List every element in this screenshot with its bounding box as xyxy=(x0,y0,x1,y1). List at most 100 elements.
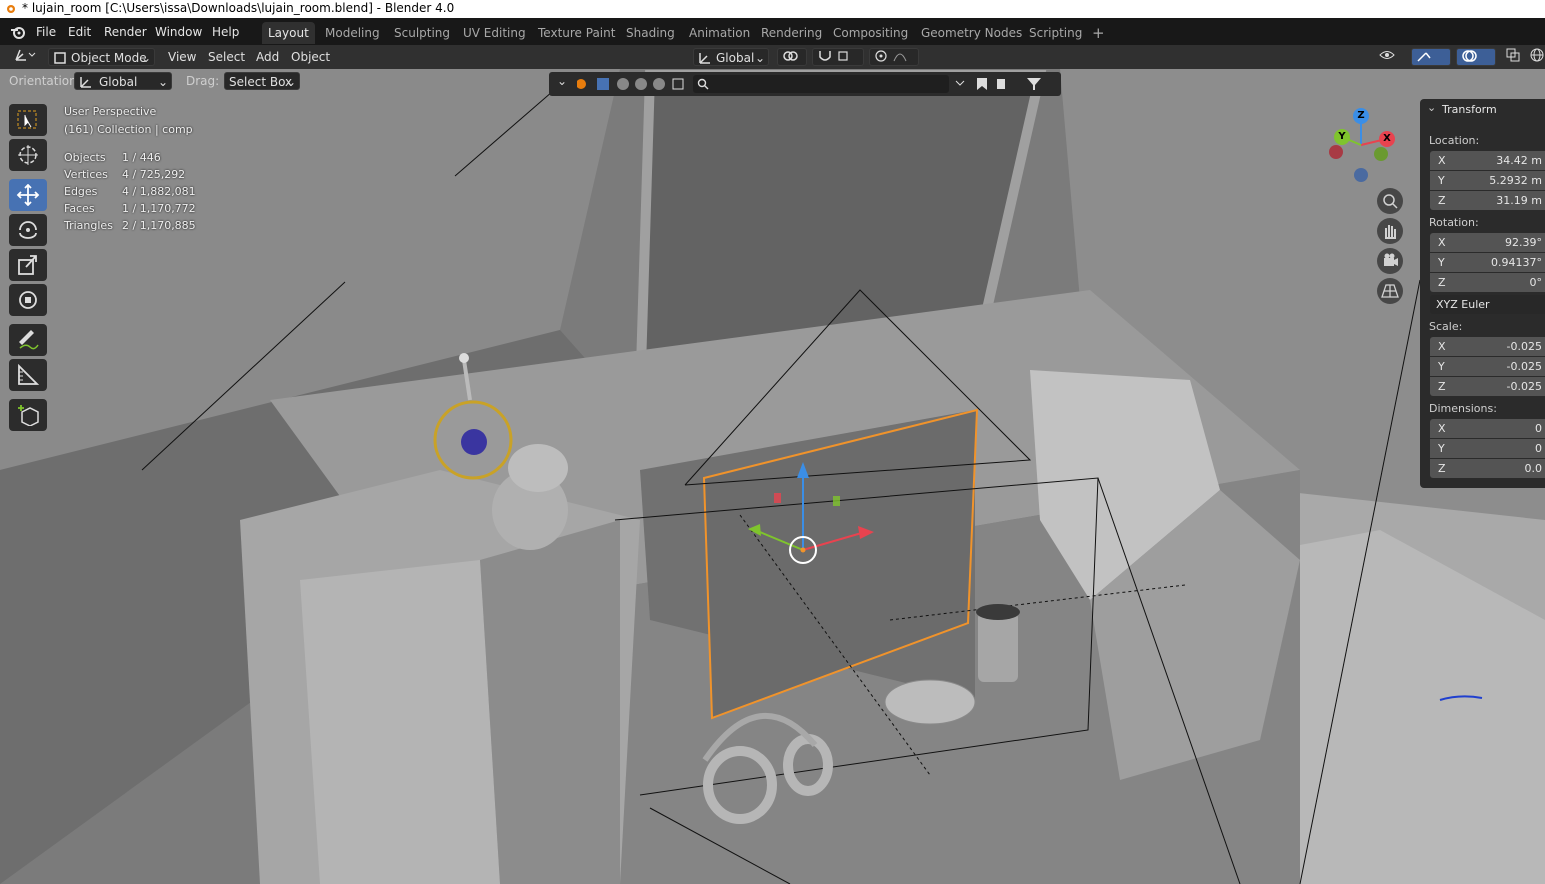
tab-sculpting[interactable]: Sculpting xyxy=(388,22,456,44)
viewport-header: Object Mode ⌄ View Select Add Object Glo… xyxy=(0,45,1545,69)
chevron-down-icon: ⌄ xyxy=(157,75,168,89)
location-y-field[interactable]: Y 5.2932 m xyxy=(1430,171,1545,190)
orientation-axes-icon xyxy=(699,53,710,64)
tab-shading[interactable]: Shading xyxy=(620,22,681,44)
editor-type-icon xyxy=(15,49,36,61)
navigation-gizmo[interactable]: Z X Y xyxy=(1320,105,1400,185)
perspective-toggle-button[interactable] xyxy=(1377,278,1403,304)
menu-help[interactable]: Help xyxy=(210,23,241,41)
snap-button[interactable] xyxy=(812,48,864,66)
scale-z-field[interactable]: Z -0.025 xyxy=(1430,377,1545,396)
axis-label: Z xyxy=(1438,462,1446,475)
dimensions-x-field[interactable]: X0 xyxy=(1430,419,1545,438)
mode-dropdown[interactable]: Object Mode ⌄ xyxy=(48,48,155,66)
editor-type-button[interactable] xyxy=(10,48,40,66)
drag-setting-value: Select Box xyxy=(229,75,293,89)
viewport-filter-bar: ⌄ xyxy=(549,72,1061,96)
orientation-setting-label: Orientation: xyxy=(9,74,81,88)
transform-panel-header[interactable]: ⌄ Transform xyxy=(1420,99,1545,121)
display-mode-icons[interactable] xyxy=(577,76,697,92)
menu-add[interactable]: Add xyxy=(252,48,283,66)
wireframe-shading-button[interactable] xyxy=(1526,48,1544,66)
camera-view-button[interactable] xyxy=(1377,248,1403,274)
field-value: 0.94137° xyxy=(1491,256,1542,269)
proportional-edit-icon xyxy=(875,50,907,62)
stat-label: Vertices xyxy=(64,168,108,181)
move-tool[interactable] xyxy=(9,179,47,211)
tab-animation[interactable]: Animation xyxy=(683,22,756,44)
axis-label: Z xyxy=(1438,194,1446,207)
tab-uv-editing[interactable]: UV Editing xyxy=(457,22,532,44)
tab-geometry-nodes[interactable]: Geometry Nodes xyxy=(915,22,1028,44)
menu-file[interactable]: File xyxy=(34,23,58,41)
gizmo-toggle-button[interactable] xyxy=(1411,48,1451,66)
scale-y-field[interactable]: Y -0.025 xyxy=(1430,357,1545,376)
scale-icon xyxy=(18,255,37,275)
add-cube-tool[interactable] xyxy=(9,399,47,431)
proportional-editing-button[interactable] xyxy=(869,48,919,66)
location-z-field[interactable]: Z 31.19 m xyxy=(1430,191,1545,210)
add-workspace-button[interactable]: + xyxy=(1086,22,1111,44)
tab-texture-paint[interactable]: Texture Paint xyxy=(532,22,621,44)
tab-modeling[interactable]: Modeling xyxy=(319,22,386,44)
rotation-x-field[interactable]: X 92.39° xyxy=(1430,233,1545,252)
zoom-button[interactable] xyxy=(1377,188,1403,214)
axis-label: Y xyxy=(1438,256,1445,269)
gizmo-x-axis[interactable]: X xyxy=(1379,131,1395,147)
gizmo-z-axis[interactable]: Z xyxy=(1353,108,1369,124)
axis-label: Y xyxy=(1438,174,1445,187)
overlays-toggle-button[interactable] xyxy=(1456,48,1496,66)
visibility-selectability-button[interactable] xyxy=(1375,48,1407,66)
field-value: 0° xyxy=(1529,276,1543,289)
axis-label: Y xyxy=(1438,360,1445,373)
rotate-icon xyxy=(19,221,37,239)
drag-setting-dropdown[interactable]: Select Box ⌄ xyxy=(224,72,300,90)
menu-view[interactable]: View xyxy=(164,48,200,66)
scale-tool[interactable] xyxy=(9,249,47,281)
tab-scripting[interactable]: Scripting xyxy=(1023,22,1088,44)
gizmo-y-axis[interactable]: Y xyxy=(1334,129,1350,145)
dimensions-z-field[interactable]: Z 0.0 xyxy=(1430,459,1545,478)
drag-setting-label: Drag: xyxy=(186,74,220,88)
menu-render[interactable]: Render xyxy=(102,23,149,41)
chevron-down-icon: ⌄ xyxy=(285,75,296,89)
measure-tool[interactable] xyxy=(9,359,47,391)
menu-window[interactable]: Window xyxy=(153,23,204,41)
tab-rendering[interactable]: Rendering xyxy=(755,22,828,44)
transform-tool[interactable] xyxy=(9,284,47,316)
menu-edit[interactable]: Edit xyxy=(66,23,93,41)
3d-viewport[interactable] xyxy=(0,69,1545,884)
pivot-point-button[interactable] xyxy=(777,48,807,66)
tab-layout[interactable]: Layout xyxy=(262,22,315,44)
window-title: * lujain_room [C:\Users\issa\Downloads\l… xyxy=(22,1,455,15)
xray-toggle-button[interactable] xyxy=(1502,48,1520,66)
field-value: -0.025 xyxy=(1506,380,1542,393)
chevron-down-icon[interactable]: ⌄ xyxy=(557,74,567,88)
blender-menu-icon[interactable] xyxy=(10,24,26,40)
location-x-field[interactable]: X 34.42 m xyxy=(1430,151,1545,170)
orientation-axes-icon xyxy=(80,77,91,88)
menu-select[interactable]: Select xyxy=(204,48,249,66)
dimensions-y-field[interactable]: Y0 xyxy=(1430,439,1545,458)
rotation-y-field[interactable]: Y 0.94137° xyxy=(1430,253,1545,272)
rotate-tool[interactable] xyxy=(9,214,47,246)
top-bar: File Edit Render Window Help Layout Mode… xyxy=(0,18,1545,45)
pan-button[interactable] xyxy=(1377,218,1403,244)
scale-label: Scale: xyxy=(1429,320,1463,333)
tab-compositing[interactable]: Compositing xyxy=(827,22,914,44)
field-value: 5.2932 m xyxy=(1489,174,1542,187)
scale-x-field[interactable]: X -0.025 xyxy=(1430,337,1545,356)
filter-icons[interactable] xyxy=(953,76,1057,92)
orientation-setting-dropdown[interactable]: Global ⌄ xyxy=(74,72,172,90)
move-arrows-icon xyxy=(16,184,40,206)
transform-orientation-dropdown[interactable]: Global ⌄ xyxy=(693,48,769,66)
cursor-tool[interactable] xyxy=(9,139,47,171)
select-box-tool[interactable] xyxy=(9,104,47,136)
chevron-down-icon: ⌄ xyxy=(1427,101,1437,114)
annotate-tool[interactable] xyxy=(9,324,47,356)
search-input[interactable] xyxy=(693,75,949,93)
rotation-mode-dropdown[interactable]: XYZ Euler xyxy=(1430,295,1545,314)
axis-label: Y xyxy=(1438,442,1445,455)
rotation-z-field[interactable]: Z 0° xyxy=(1430,273,1545,292)
menu-object[interactable]: Object xyxy=(287,48,334,66)
